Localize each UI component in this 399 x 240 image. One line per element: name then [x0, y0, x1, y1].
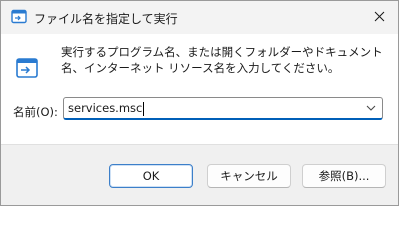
name-input-value: services.msc: [68, 101, 143, 115]
name-input[interactable]: services.msc: [68, 100, 145, 117]
dialog-content: 実行するプログラム名、または開くフォルダーやドキュメント名、インターネット リソ…: [1, 34, 398, 144]
description-text: 実行するプログラム名、または開くフォルダーやドキュメント名、インターネット リソ…: [61, 45, 383, 75]
text-caret: [143, 101, 145, 116]
run-program-icon: [15, 56, 39, 80]
run-icon: [11, 9, 27, 24]
title-bar[interactable]: ファイル名を指定して実行: [1, 1, 398, 34]
name-label: 名前(O):: [13, 105, 58, 119]
chevron-down-icon[interactable]: [365, 102, 377, 114]
close-icon: [374, 11, 385, 25]
window-title: ファイル名を指定して実行: [34, 12, 178, 26]
name-combobox[interactable]: services.msc: [63, 97, 383, 120]
browse-button[interactable]: 参照(B)...: [302, 164, 386, 188]
run-dialog: ファイル名を指定して実行 実行するプログラム名、または開くフォルダーやドキュメン…: [0, 0, 399, 206]
cancel-button[interactable]: キャンセル: [207, 164, 291, 188]
close-button[interactable]: [360, 1, 398, 34]
ok-button[interactable]: OK: [109, 164, 193, 188]
button-bar: OK キャンセル 参照(B)...: [1, 144, 398, 205]
